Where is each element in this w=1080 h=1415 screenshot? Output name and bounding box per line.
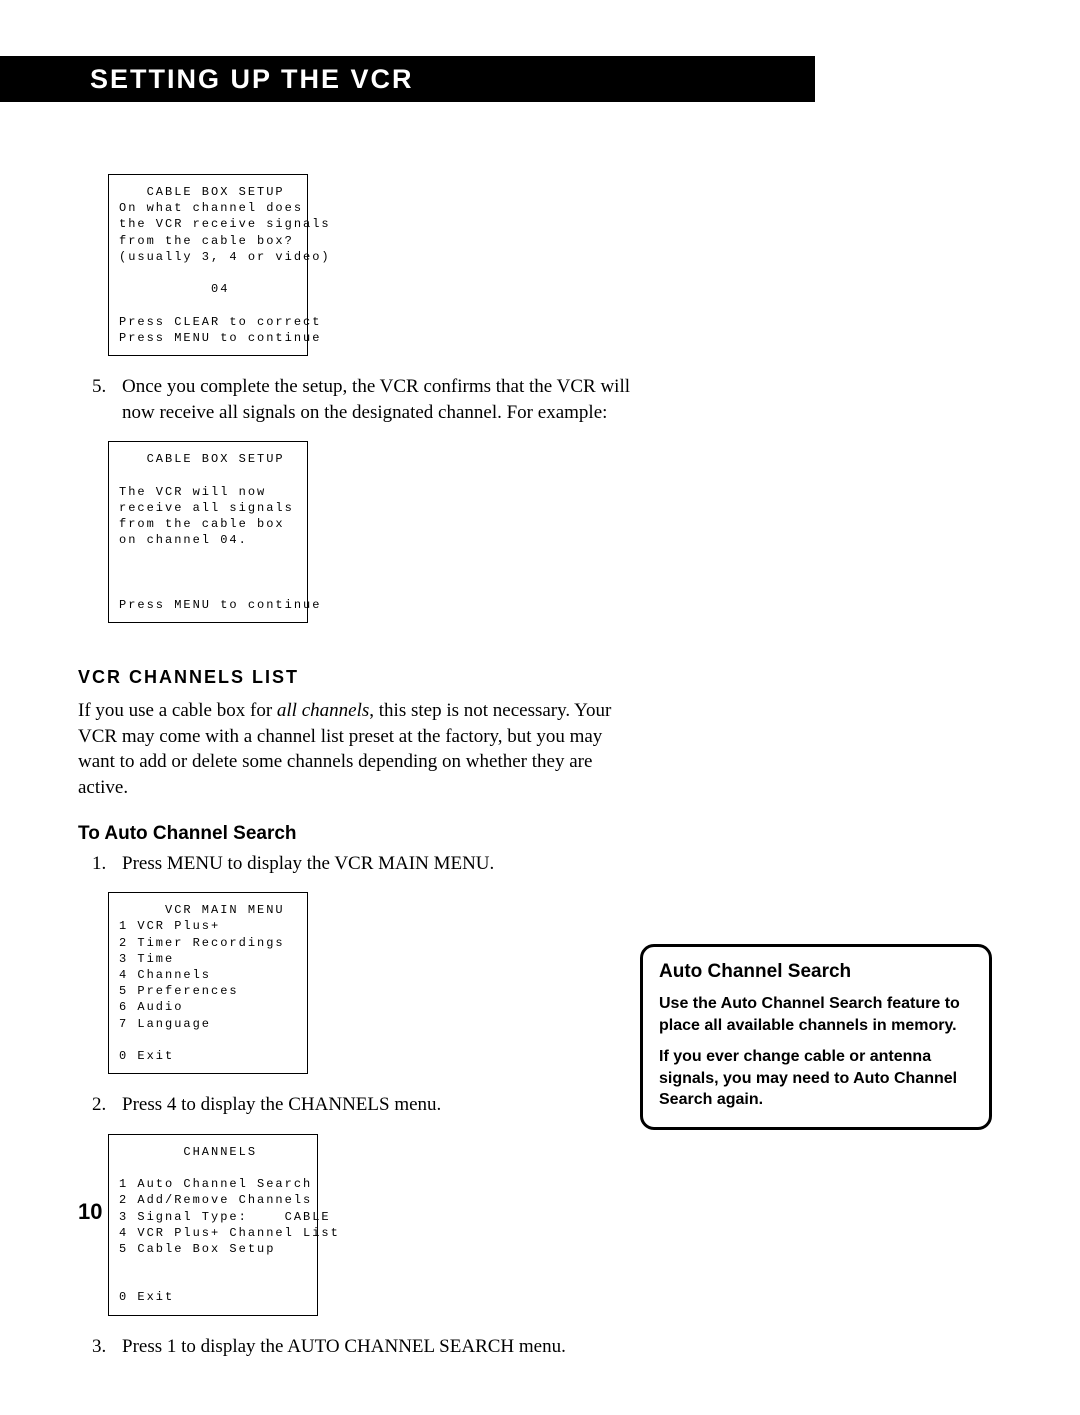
step-number: 1.	[92, 851, 122, 877]
osd-cable-box-setup-question: CABLE BOX SETUP On what channel does the…	[108, 174, 308, 356]
osd-vcr-main-menu: VCR MAIN MENU 1 VCR Plus+ 2 Timer Record…	[108, 892, 308, 1074]
step-number: 5.	[92, 374, 122, 425]
callout-title: Auto Channel Search	[659, 961, 973, 983]
osd-channels-menu: CHANNELS 1 Auto Channel Search 2 Add/Rem…	[108, 1134, 318, 1316]
step-text: Once you complete the setup, the VCR con…	[122, 374, 640, 425]
step-number: 3.	[92, 1334, 122, 1360]
main-content: CABLE BOX SETUP On what channel does the…	[0, 174, 640, 1359]
osd-cable-box-setup-confirm: CABLE BOX SETUP The VCR will now receive…	[108, 441, 308, 623]
callout-paragraph: If you ever change cable or antenna sign…	[659, 1046, 973, 1111]
step-1: 1. Press MENU to display the VCR MAIN ME…	[92, 851, 640, 877]
callout-auto-channel-search: Auto Channel Search Use the Auto Channel…	[640, 944, 992, 1130]
step-3: 3. Press 1 to display the AUTO CHANNEL S…	[92, 1334, 640, 1360]
section-paragraph: If you use a cable box for all channels,…	[78, 698, 640, 801]
para-emphasis: all channels	[277, 700, 369, 721]
header-bar: Setting Up the VCR	[0, 56, 815, 102]
callout-paragraph: Use the Auto Channel Search feature to p…	[659, 993, 973, 1036]
page-title: Setting Up the VCR	[90, 64, 414, 95]
step-number: 2.	[92, 1092, 122, 1118]
step-2: 2. Press 4 to display the CHANNELS menu.	[92, 1092, 640, 1118]
step-text: Press MENU to display the VCR MAIN MENU.	[122, 851, 640, 877]
page-number: 10	[78, 1199, 102, 1225]
subheading-auto-channel-search: To Auto Channel Search	[78, 823, 640, 845]
manual-page: Setting Up the VCR CABLE BOX SETUP On wh…	[0, 0, 1080, 1415]
section-heading-vcr-channels-list: VCR Channels List	[78, 667, 640, 688]
step-text: Press 4 to display the CHANNELS menu.	[122, 1092, 640, 1118]
para-text: If you use a cable box for	[78, 700, 277, 721]
step-text: Press 1 to display the AUTO CHANNEL SEAR…	[122, 1334, 640, 1360]
step-5: 5. Once you complete the setup, the VCR …	[92, 374, 640, 425]
